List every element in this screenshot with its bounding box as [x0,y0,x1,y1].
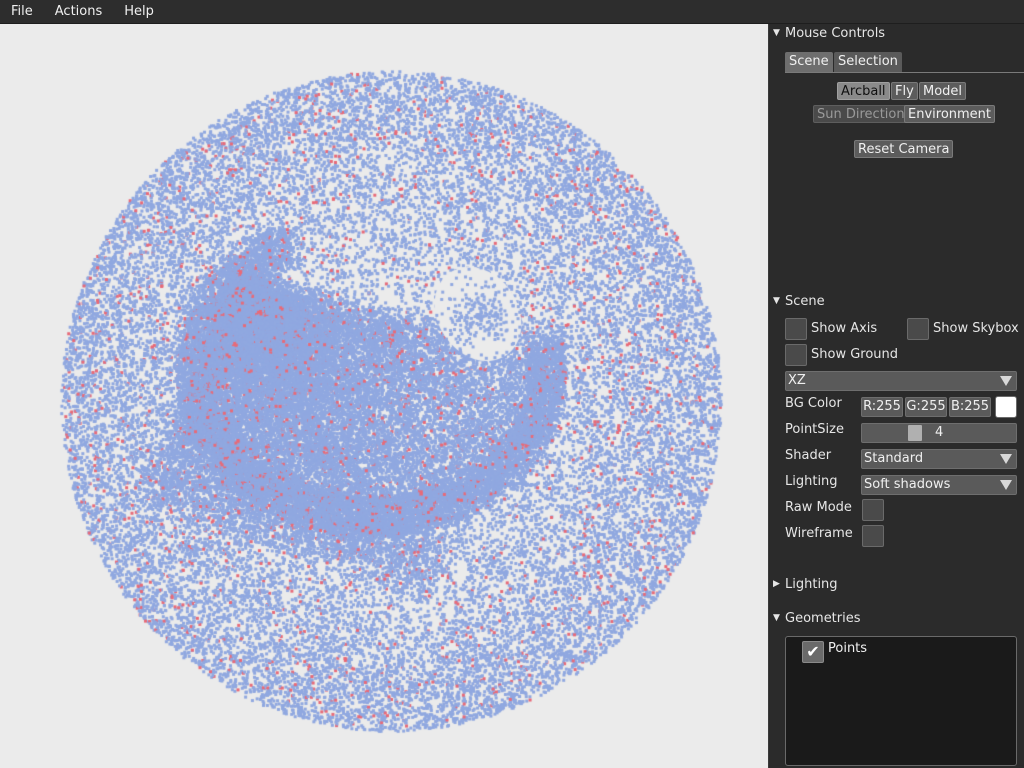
environment-button[interactable]: Environment [904,105,996,123]
menu-actions[interactable]: Actions [44,0,114,24]
lighting-select[interactable]: Soft shadows [861,475,1017,495]
point-size-value: 4 [935,425,944,440]
wireframe-checkbox[interactable] [862,525,884,547]
shader-select[interactable]: Standard [861,449,1017,469]
lighting-header[interactable]: ▶ Lighting [773,575,838,593]
points-visibility-checkbox[interactable]: ✔ [802,641,824,663]
arcball-button[interactable]: Arcball [837,82,890,100]
sun-direction-button[interactable]: Sun Direction [813,105,909,123]
lighting-label: Lighting [785,474,838,489]
tab-scene[interactable]: Scene [785,52,833,72]
raw-mode-label: Raw Mode [785,500,852,515]
shader-label: Shader [785,448,832,463]
menu-help[interactable]: Help [113,0,165,24]
menu-file[interactable]: File [0,0,44,24]
bg-color-b-field[interactable]: B:255 [949,397,991,417]
mouse-controls-tabs: Scene Selection [785,51,1024,73]
dropdown-arrow-icon [1000,376,1012,386]
show-ground-checkbox[interactable] [785,344,807,366]
scene-header[interactable]: ▼ Scene [773,292,825,310]
settings-panel: ▼ Mouse Controls Scene Selection Arcball… [768,24,1024,768]
show-skybox-checkbox[interactable] [907,318,929,340]
show-skybox-label: Show Skybox [933,321,1019,336]
show-axis-checkbox[interactable] [785,318,807,340]
checkmark-icon: ✔ [806,642,820,661]
point-size-label: PointSize [785,422,844,437]
show-axis-label: Show Axis [811,321,878,336]
point-size-slider[interactable]: 4 [861,423,1017,443]
show-ground-label: Show Ground [811,347,899,362]
dropdown-arrow-icon [1000,454,1012,464]
ground-plane-select[interactable]: XZ [785,371,1017,391]
bg-color-g-field[interactable]: G:255 [905,397,947,417]
point-cloud-render[interactable] [0,24,768,768]
bg-color-swatch[interactable] [995,396,1017,418]
slider-thumb[interactable] [908,425,922,441]
geometries-list[interactable]: ✔ Points [785,636,1017,766]
raw-mode-checkbox[interactable] [862,499,884,521]
bg-color-r-field[interactable]: R:255 [861,397,903,417]
model-button[interactable]: Model [919,82,967,100]
geometries-header[interactable]: ▼ Geometries [773,609,861,627]
fly-button[interactable]: Fly [891,82,918,100]
tab-selection[interactable]: Selection [834,52,902,72]
collapse-triangle-icon: ▼ [773,296,780,306]
mouse-controls-header[interactable]: ▼ Mouse Controls [773,24,885,42]
3d-viewport[interactable] [0,24,768,768]
bg-color-label: BG Color [785,396,842,411]
expand-triangle-icon: ▶ [773,579,780,589]
collapse-triangle-icon: ▼ [773,28,780,38]
dropdown-arrow-icon [1000,480,1012,490]
reset-camera-button[interactable]: Reset Camera [854,140,954,158]
menu-bar: File Actions Help [0,0,1024,24]
wireframe-label: Wireframe [785,526,853,541]
collapse-triangle-icon: ▼ [773,613,780,623]
geometry-item-points[interactable]: Points [828,641,867,656]
